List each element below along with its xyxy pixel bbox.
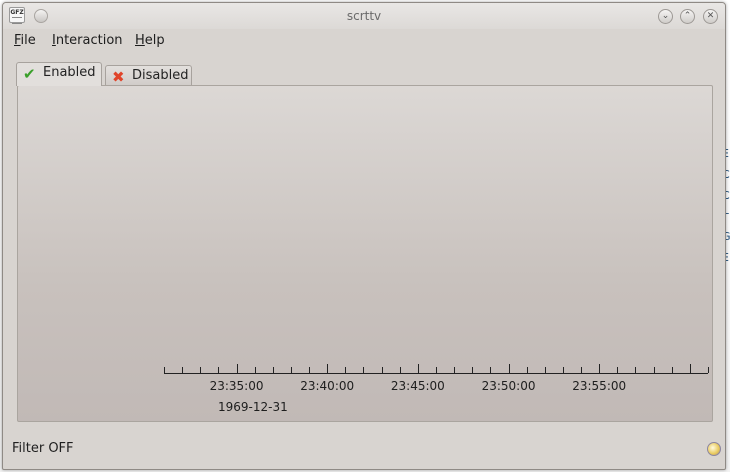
tab-label: Enabled bbox=[43, 65, 96, 80]
major-tick bbox=[689, 364, 691, 373]
maximize-button[interactable]: ⌃ bbox=[680, 9, 695, 24]
keep-above-button[interactable] bbox=[34, 9, 48, 23]
close-button[interactable]: ✕ bbox=[703, 9, 718, 24]
minor-tick bbox=[381, 367, 383, 373]
window-title: scrttv bbox=[346, 9, 382, 23]
major-tick bbox=[327, 364, 329, 373]
menu-help[interactable]: Help bbox=[135, 33, 165, 48]
minor-tick bbox=[309, 367, 311, 373]
chevron-down-icon: ⌄ bbox=[661, 11, 670, 21]
minor-tick bbox=[653, 367, 655, 373]
minor-tick bbox=[290, 367, 292, 373]
major-tick bbox=[236, 364, 238, 373]
minor-tick bbox=[200, 367, 202, 373]
tab-enabled[interactable]: ✔ Enabled bbox=[16, 62, 102, 86]
minor-tick bbox=[635, 367, 637, 373]
axis-date-label: 1969-12-31 bbox=[218, 400, 288, 414]
major-tick bbox=[417, 364, 419, 373]
tick-label: 23:50:00 bbox=[481, 379, 536, 393]
menu-bar: File Interaction Help bbox=[3, 30, 725, 52]
app-icon[interactable]: GFZ bbox=[9, 7, 25, 24]
minor-tick bbox=[671, 367, 673, 373]
minor-tick bbox=[272, 367, 274, 373]
trace-panel[interactable]: 23:35:00 23:40:00 23:45:00 23:50:00 23:55:00… bbox=[17, 85, 713, 422]
minimize-button[interactable]: ⌄ bbox=[658, 9, 673, 24]
minor-tick bbox=[490, 367, 492, 373]
tick-label: 23:40:00 bbox=[300, 379, 355, 393]
minor-tick bbox=[581, 367, 583, 373]
chevron-up-icon: ⌃ bbox=[683, 11, 692, 21]
minor-tick bbox=[562, 367, 564, 373]
minor-tick bbox=[164, 367, 165, 373]
app-icon-text: GFZ bbox=[10, 9, 24, 16]
tick-label: 23:55:00 bbox=[572, 379, 627, 393]
title-bar[interactable]: scrttv GFZ ⌄ ⌃ ✕ bbox=[3, 3, 725, 29]
minor-tick bbox=[708, 367, 709, 373]
major-tick bbox=[508, 364, 510, 373]
minor-tick bbox=[436, 367, 437, 373]
tick-label: 23:35:00 bbox=[209, 379, 264, 393]
major-tick bbox=[599, 364, 601, 373]
minor-tick bbox=[345, 367, 347, 373]
minor-tick bbox=[472, 367, 474, 373]
menu-file[interactable]: File bbox=[14, 33, 36, 48]
checkmark-icon: ✔ bbox=[23, 65, 36, 83]
minor-tick bbox=[544, 367, 546, 373]
minor-tick bbox=[526, 367, 528, 373]
tick-label: 23:45:00 bbox=[390, 379, 445, 393]
menu-interaction[interactable]: Interaction bbox=[52, 33, 123, 48]
status-indicator-icon[interactable] bbox=[707, 442, 721, 456]
time-axis-line bbox=[164, 373, 708, 374]
minor-tick bbox=[399, 367, 401, 373]
status-text: Filter OFF bbox=[12, 441, 74, 456]
minor-tick bbox=[617, 367, 619, 373]
app-icon-lines bbox=[12, 17, 22, 24]
main-window: scrttv GFZ ⌄ ⌃ ✕ File Interaction Help ✔… bbox=[2, 2, 726, 470]
minor-tick bbox=[182, 367, 184, 373]
minor-tick bbox=[363, 367, 365, 373]
minor-tick bbox=[454, 367, 456, 373]
minor-tick bbox=[218, 367, 220, 373]
close-icon: ✕ bbox=[706, 11, 715, 21]
tab-disabled[interactable]: ✖ Disabled bbox=[105, 65, 192, 87]
tab-label: Disabled bbox=[132, 68, 189, 83]
minor-tick bbox=[254, 367, 256, 373]
red-x-icon: ✖ bbox=[112, 68, 125, 86]
